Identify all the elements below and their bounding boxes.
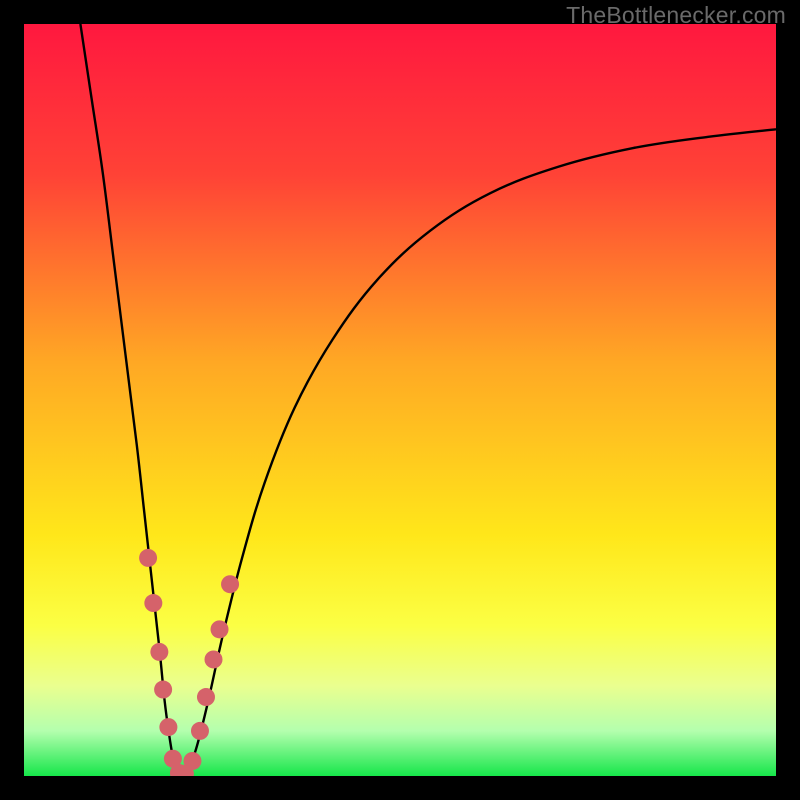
- watermark-text: TheBottlenecker.com: [566, 2, 786, 29]
- chart-frame: [24, 24, 776, 776]
- data-marker: [144, 594, 162, 612]
- data-marker: [197, 688, 215, 706]
- bottleneck-curve-plot: [24, 24, 776, 776]
- data-marker: [211, 620, 229, 638]
- data-marker: [221, 575, 239, 593]
- data-marker: [159, 718, 177, 736]
- data-marker: [205, 650, 223, 668]
- data-marker: [154, 681, 172, 699]
- data-marker: [150, 643, 168, 661]
- data-marker: [183, 752, 201, 770]
- gradient-background: [24, 24, 776, 776]
- data-marker: [191, 722, 209, 740]
- data-marker: [139, 549, 157, 567]
